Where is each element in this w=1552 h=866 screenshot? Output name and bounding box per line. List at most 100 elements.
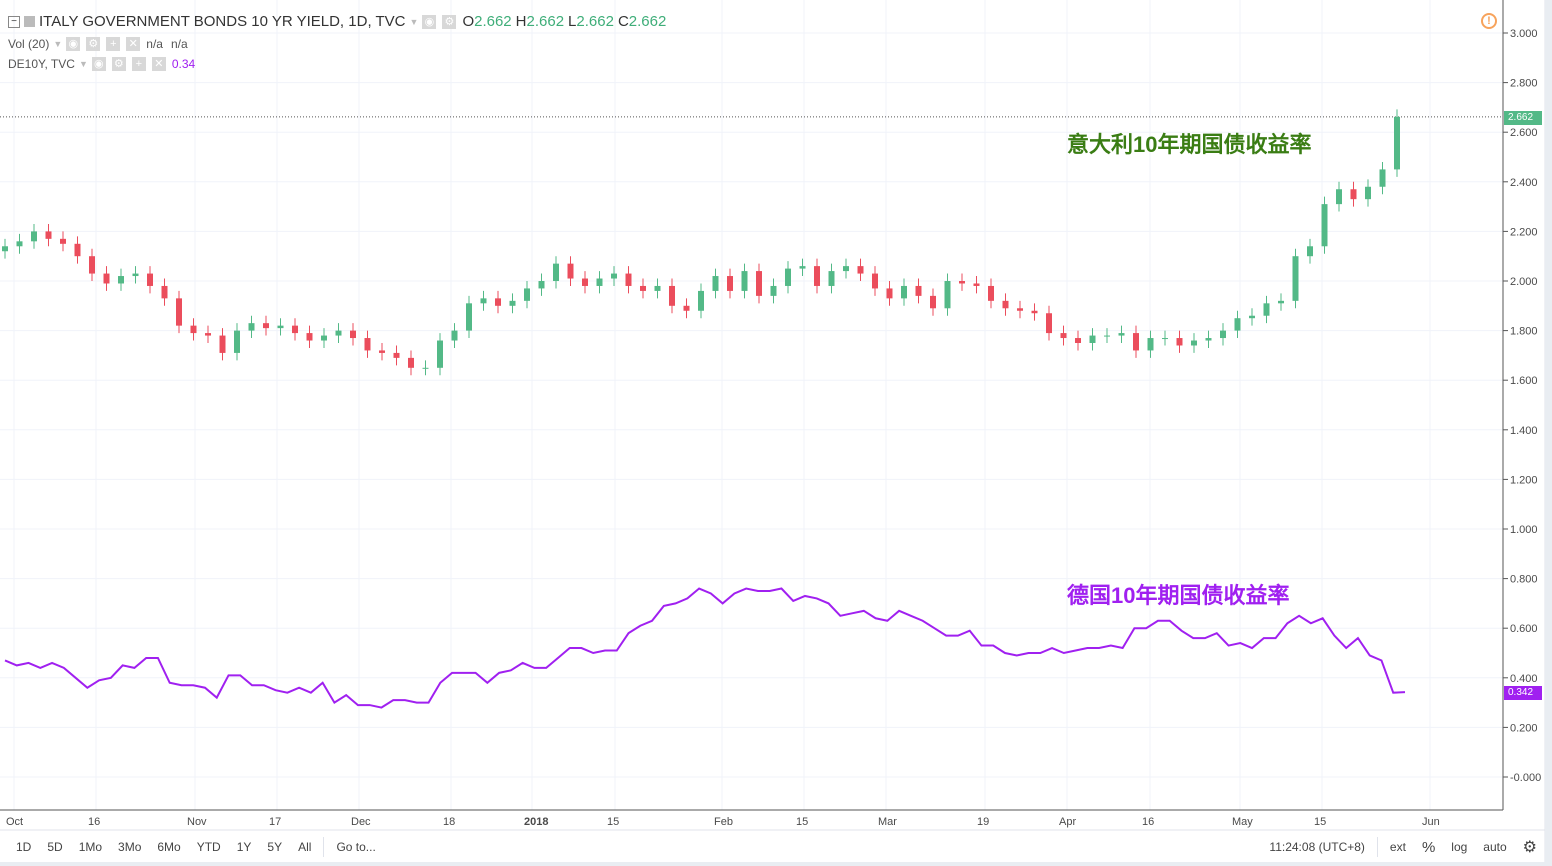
vol-label[interactable]: Vol (20): [8, 37, 49, 51]
range-5d[interactable]: 5D: [39, 840, 70, 854]
candle-body: [611, 273, 617, 279]
plus-icon[interactable]: +: [106, 37, 121, 51]
candle-body: [408, 357, 414, 368]
candle-body: [1205, 338, 1212, 341]
bottom-border: [0, 862, 1552, 866]
candle-body: [2, 246, 8, 252]
candle-body: [872, 273, 878, 289]
candle-body: [1162, 338, 1168, 340]
candle-body: [901, 285, 907, 299]
candle-body: [930, 295, 936, 309]
candle-body: [118, 276, 124, 284]
candle-body: [1104, 335, 1110, 337]
goto-button[interactable]: Go to...: [328, 840, 383, 854]
chevron-down-icon[interactable]: ▼: [53, 39, 62, 49]
chevron-down-icon[interactable]: ▼: [410, 17, 419, 27]
range-5y[interactable]: 5Y: [259, 840, 290, 854]
high-value: 2.662: [526, 13, 565, 30]
candle-body: [799, 266, 806, 269]
warning-icon[interactable]: !: [1481, 13, 1497, 29]
candle-body: [669, 285, 675, 306]
eye-icon[interactable]: ◉: [91, 57, 106, 71]
candle-body: [31, 231, 37, 242]
candle-body: [1089, 335, 1096, 343]
low-label: L: [568, 13, 577, 30]
x-tick-label: May: [1232, 816, 1253, 828]
range-all[interactable]: All: [290, 840, 319, 854]
candle-body: [1321, 204, 1328, 247]
candle-body: [306, 333, 313, 341]
y-tick-label: 2.800: [1510, 78, 1538, 90]
symbol-title[interactable]: ITALY GOVERNMENT BONDS 10 YR YIELD, 1D, …: [39, 13, 406, 30]
candle-body: [103, 273, 110, 284]
x-tick-label: Oct: [6, 816, 23, 828]
percent-toggle[interactable]: %: [1414, 839, 1443, 856]
candle-body: [944, 281, 951, 309]
range-1mo[interactable]: 1Mo: [71, 840, 110, 854]
candle-body: [625, 273, 632, 286]
x-tick-label: Dec: [351, 816, 371, 828]
candle-body: [393, 352, 400, 358]
x-tick-label: Jun: [1422, 816, 1440, 828]
candle-body: [770, 285, 777, 296]
candle-body: [437, 340, 443, 368]
candle-body: [1336, 189, 1342, 205]
candle-body: [364, 338, 371, 351]
candle-body: [1220, 330, 1226, 339]
gear-icon[interactable]: ⚙: [111, 57, 126, 71]
y-tick-label: 1.800: [1510, 326, 1538, 338]
divider: [1376, 837, 1378, 857]
chevron-down-icon[interactable]: ▼: [79, 59, 88, 69]
x-tick-label: 16: [88, 816, 100, 828]
clock[interactable]: 11:24:08 (UTC+8): [1261, 840, 1373, 854]
candle-body: [1292, 256, 1299, 301]
plus-icon[interactable]: +: [131, 57, 146, 71]
candle-body: [1307, 246, 1313, 257]
candle-body: [1075, 338, 1081, 343]
candle-body: [466, 303, 472, 331]
y-tick-label: 0.400: [1510, 673, 1538, 685]
y-tick-label: 1.600: [1510, 375, 1538, 387]
candle-body: [698, 290, 704, 311]
range-3mo[interactable]: 3Mo: [110, 840, 149, 854]
germany-price-tag: 0.342: [1504, 686, 1542, 700]
ext-toggle[interactable]: ext: [1382, 840, 1414, 854]
price-chart[interactable]: 3.000 2.800 2.600 2.400 2.200 2.000 1.800 1.600…: [0, 0, 1552, 866]
close-icon[interactable]: ✕: [126, 37, 141, 51]
auto-toggle[interactable]: auto: [1475, 840, 1514, 854]
candle-body: [1147, 338, 1154, 351]
log-toggle[interactable]: log: [1443, 840, 1475, 854]
eye-icon[interactable]: ◉: [422, 14, 437, 29]
gear-icon[interactable]: ⚙: [442, 14, 457, 29]
vol-value: n/a: [146, 37, 163, 51]
de10y-label[interactable]: DE10Y, TVC: [8, 57, 75, 71]
candle-body: [480, 298, 487, 304]
vol-ma-value: n/a: [170, 37, 188, 51]
candle-body: [828, 271, 835, 286]
candle-body: [1394, 116, 1400, 170]
candle-body: [161, 285, 168, 299]
y-tick-label: 0.800: [1510, 574, 1538, 586]
divider: [323, 837, 325, 857]
candle-body: [89, 256, 95, 274]
x-tick-label: 2018: [524, 816, 548, 828]
range-ytd[interactable]: YTD: [189, 840, 229, 854]
candle-body: [596, 278, 603, 286]
candle-body: [785, 268, 791, 286]
candle-body: [234, 330, 240, 353]
eye-icon[interactable]: ◉: [66, 37, 81, 51]
range-1d[interactable]: 1D: [0, 840, 39, 854]
collapse-icon[interactable]: −: [8, 15, 20, 28]
candle-body: [1118, 333, 1125, 336]
x-tick-label: 16: [1142, 816, 1154, 828]
close-icon[interactable]: ✕: [151, 57, 166, 71]
candle-body: [219, 335, 226, 353]
range-1y[interactable]: 1Y: [229, 840, 260, 854]
candle-body: [1176, 338, 1183, 346]
settings-gear-icon[interactable]: ⚙: [1515, 837, 1545, 857]
bottom-toolbar: 1D 5D 1Mo 3Mo 6Mo YTD 1Y 5Y All Go to...…: [0, 832, 1545, 862]
gear-icon[interactable]: ⚙: [86, 37, 101, 51]
candle-body: [915, 285, 922, 296]
x-tick-label: 15: [607, 816, 619, 828]
range-6mo[interactable]: 6Mo: [149, 840, 188, 854]
